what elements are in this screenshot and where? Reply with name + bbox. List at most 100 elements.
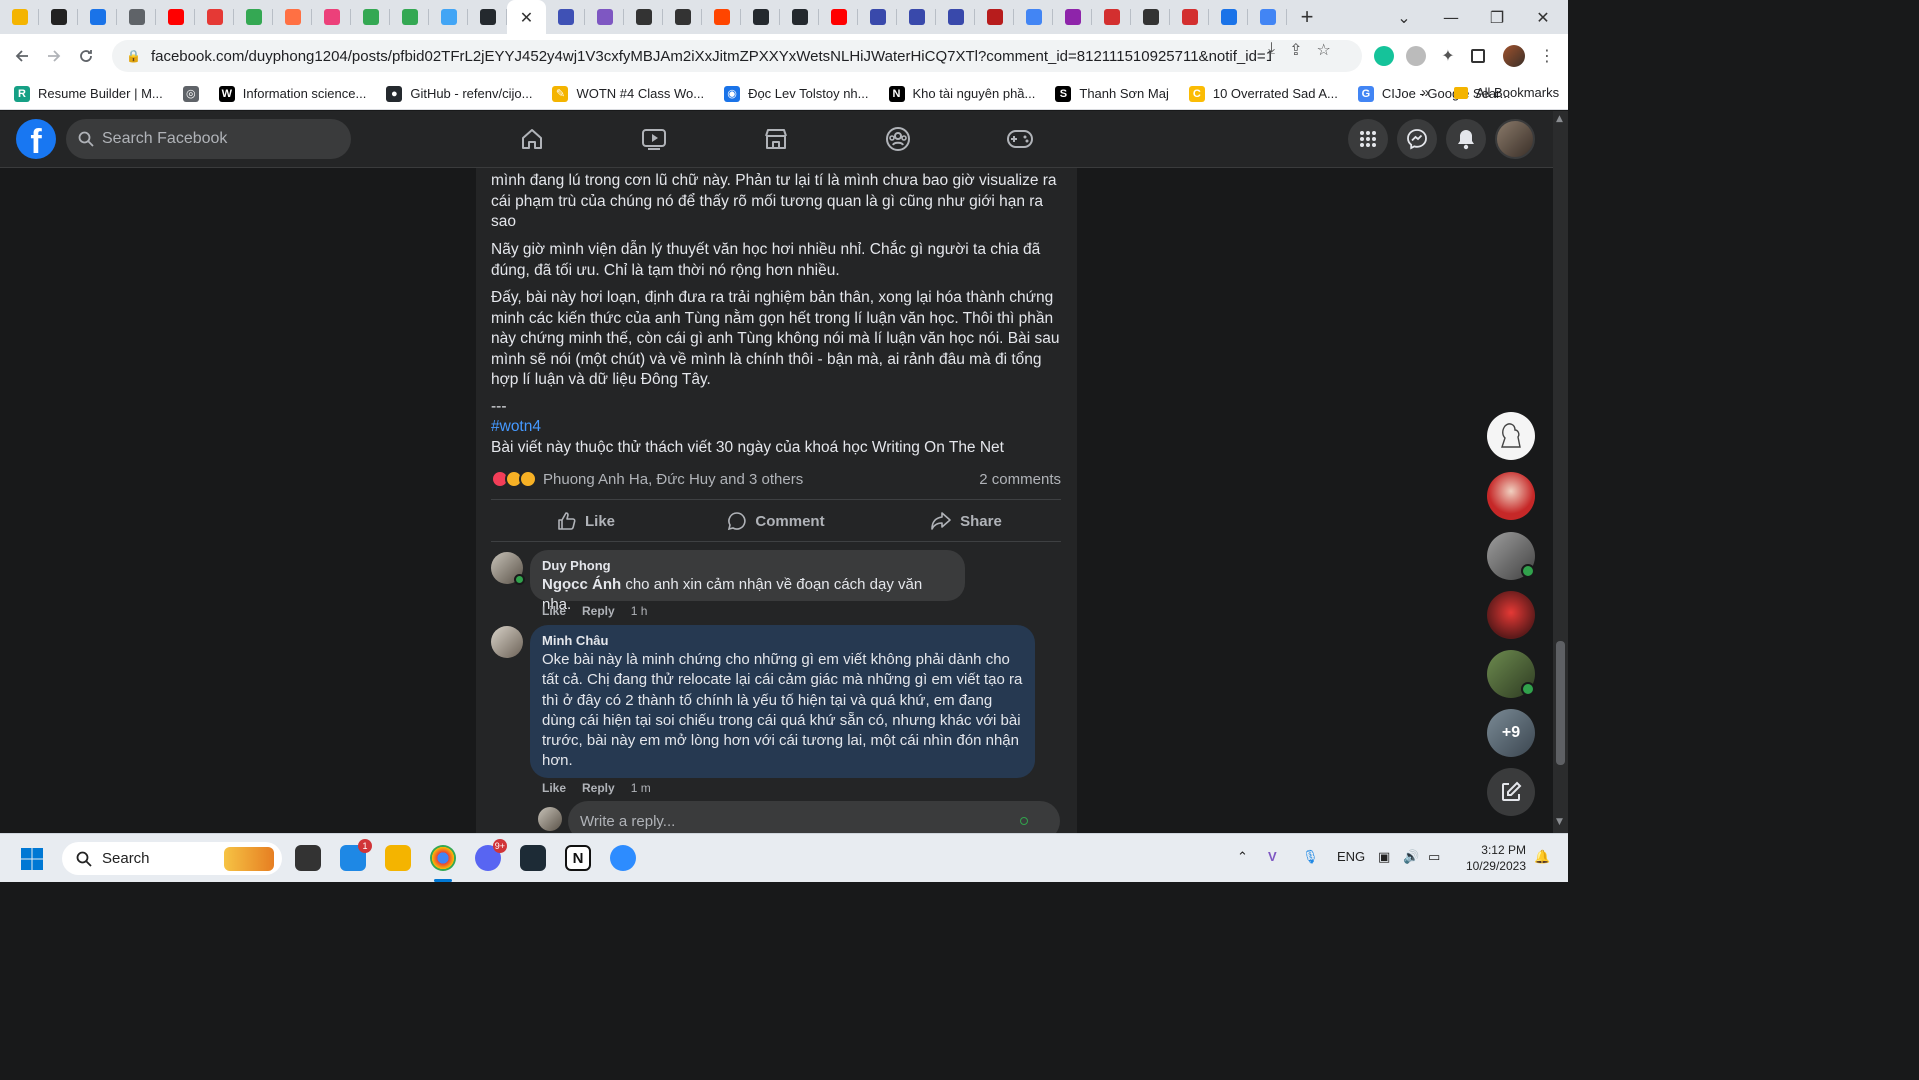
- bookmark-item[interactable]: N Kho tài nguyên phầ...: [888, 85, 1035, 102]
- browser-tab[interactable]: [429, 0, 468, 34]
- browser-tab[interactable]: [585, 0, 624, 34]
- network-icon[interactable]: ▣: [1378, 849, 1390, 865]
- reactions-row[interactable]: Phuong Anh Ha, Đức Huy and 3 others 2 co…: [491, 468, 1061, 490]
- browser-tab[interactable]: [1014, 0, 1053, 34]
- browser-tab[interactable]: [312, 0, 351, 34]
- taskbar-search[interactable]: Search: [62, 842, 282, 875]
- browser-tab[interactable]: [156, 0, 195, 34]
- bookmark-item[interactable]: C 10 Overrated Sad A...: [1188, 85, 1338, 102]
- puzzle-extensions-icon[interactable]: ✦: [1438, 46, 1458, 66]
- bookmark-item[interactable]: ● GitHub - refenv/cijo...: [386, 85, 532, 102]
- browser-tab[interactable]: [195, 0, 234, 34]
- browser-tab[interactable]: [897, 0, 936, 34]
- extension-icon[interactable]: [1406, 46, 1426, 66]
- notifications-button[interactable]: [1446, 119, 1486, 159]
- mail-app-icon[interactable]: 1: [340, 839, 372, 871]
- tab-search-chevron-icon[interactable]: ⌄: [1381, 0, 1427, 34]
- url-text[interactable]: facebook.com/duyphong1204/posts/pfbid02T…: [151, 48, 1271, 65]
- notion-app-icon[interactable]: N: [565, 845, 591, 871]
- account-avatar[interactable]: [1495, 119, 1535, 159]
- browser-tab[interactable]: [663, 0, 702, 34]
- nav-gaming[interactable]: [965, 111, 1075, 167]
- nav-marketplace[interactable]: [721, 111, 831, 167]
- comment-author[interactable]: Minh Châu: [542, 633, 1023, 648]
- chrome-profile-avatar[interactable]: [1503, 45, 1525, 67]
- browser-tab[interactable]: [468, 0, 507, 34]
- reaction-names[interactable]: Phuong Anh Ha, Đức Huy and 3 others: [543, 471, 803, 488]
- system-clock[interactable]: 3:12 PM 10/29/2023: [1466, 842, 1526, 874]
- close-tab-icon[interactable]: ✕: [520, 8, 533, 27]
- browser-tab[interactable]: [1131, 0, 1170, 34]
- browser-tab[interactable]: [1053, 0, 1092, 34]
- new-message-button[interactable]: [1487, 768, 1535, 816]
- browser-tab[interactable]: [975, 0, 1014, 34]
- volume-icon[interactable]: 🔊: [1403, 849, 1419, 865]
- contact-avatar[interactable]: [1487, 412, 1535, 460]
- lock-icon[interactable]: 🔒: [126, 49, 141, 63]
- browser-tab[interactable]: [273, 0, 312, 34]
- comment-like-button[interactable]: Like: [542, 604, 566, 618]
- commenter-avatar[interactable]: [491, 626, 523, 658]
- close-window-button[interactable]: ✕: [1520, 0, 1566, 34]
- browser-tab[interactable]: [1170, 0, 1209, 34]
- emoji-status-icon[interactable]: [1020, 817, 1028, 825]
- discord-app-icon[interactable]: 9+: [475, 839, 507, 871]
- comment-author[interactable]: Duy Phong: [542, 558, 953, 573]
- comment-time[interactable]: 1 h: [631, 604, 648, 618]
- bookmark-item[interactable]: W Information science...: [218, 85, 366, 102]
- app-icon[interactable]: [520, 845, 546, 871]
- comment-mention[interactable]: Ngọcc Ánh: [542, 576, 621, 593]
- all-bookmarks-button[interactable]: All Bookmarks: [1454, 85, 1559, 100]
- share-icon[interactable]: ⇪: [1289, 40, 1302, 60]
- notification-center-icon[interactable]: 🔔: [1534, 849, 1550, 865]
- browser-tab[interactable]: [624, 0, 663, 34]
- zoom-app-icon[interactable]: [610, 845, 636, 871]
- browser-tab[interactable]: [1209, 0, 1248, 34]
- install-app-icon[interactable]: ⤓: [1268, 40, 1275, 60]
- battery-icon[interactable]: ▭: [1428, 849, 1440, 865]
- maximize-button[interactable]: ❐: [1474, 0, 1520, 34]
- browser-tab[interactable]: [39, 0, 78, 34]
- forward-button[interactable]: [38, 40, 70, 72]
- task-view-icon[interactable]: [295, 845, 321, 871]
- browser-tab[interactable]: [234, 0, 273, 34]
- scroll-up-icon[interactable]: ▲: [1556, 114, 1563, 124]
- browser-tab[interactable]: [1248, 0, 1287, 34]
- hashtag-link[interactable]: #wotn4: [491, 417, 1061, 438]
- bookmark-item[interactable]: ◎: [182, 85, 199, 102]
- bookmark-star-icon[interactable]: ☆: [1316, 40, 1330, 60]
- nav-home[interactable]: [477, 111, 587, 167]
- browser-tab[interactable]: [390, 0, 429, 34]
- bookmark-item[interactable]: ◉ Đọc Lev Tolstoy nh...: [724, 85, 869, 102]
- side-panel-icon[interactable]: [1471, 49, 1485, 63]
- browser-tab[interactable]: [117, 0, 156, 34]
- chrome-menu-icon[interactable]: ⋮: [1537, 46, 1557, 66]
- browser-tab[interactable]: [780, 0, 819, 34]
- facebook-search-input[interactable]: [102, 130, 332, 148]
- more-contacts-button[interactable]: +9: [1487, 709, 1535, 757]
- facebook-search[interactable]: [66, 119, 351, 159]
- file-explorer-icon[interactable]: [385, 845, 411, 871]
- grammarly-extension-icon[interactable]: [1374, 46, 1394, 66]
- scrollbar-thumb[interactable]: [1556, 641, 1565, 765]
- bookmark-item[interactable]: S Thanh Sơn Maj: [1055, 85, 1169, 102]
- contact-avatar[interactable]: [1487, 472, 1535, 520]
- bookmark-item[interactable]: R Resume Builder | M...: [14, 85, 163, 102]
- browser-tab[interactable]: [546, 0, 585, 34]
- comment-button[interactable]: Comment: [681, 501, 871, 541]
- browser-tab[interactable]: [702, 0, 741, 34]
- back-button[interactable]: [6, 40, 38, 72]
- reply-box[interactable]: [568, 801, 1060, 833]
- start-button[interactable]: [20, 847, 44, 876]
- comment-time[interactable]: 1 m: [631, 781, 651, 795]
- show-hidden-icons-chevron-icon[interactable]: ⌃: [1237, 849, 1248, 865]
- facebook-logo-icon[interactable]: f: [16, 119, 56, 161]
- browser-tab[interactable]: [819, 0, 858, 34]
- reply-input[interactable]: [580, 812, 1020, 830]
- browser-tab[interactable]: [936, 0, 975, 34]
- tray-app-icon[interactable]: V: [1268, 849, 1277, 864]
- comment-like-button[interactable]: Like: [542, 781, 566, 795]
- browser-tab[interactable]: [741, 0, 780, 34]
- share-button[interactable]: Share: [871, 501, 1061, 541]
- nav-groups[interactable]: [843, 111, 953, 167]
